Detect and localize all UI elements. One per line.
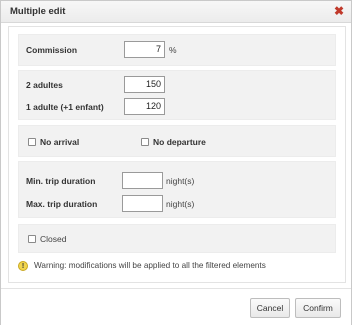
commission-panel: Commission 7 %: [18, 34, 336, 66]
cancel-button[interactable]: Cancel: [250, 298, 290, 318]
closed-label: Closed: [40, 234, 67, 244]
closed-checkbox[interactable]: [28, 235, 36, 243]
no-departure-label: No departure: [153, 137, 206, 147]
max-trip-duration-unit: night(s): [166, 199, 195, 209]
dialog-title: Multiple edit: [10, 6, 66, 17]
commission-unit: %: [169, 45, 177, 55]
multiple-edit-dialog: Multiple edit ✖ Commission 7 % 2 adultes…: [0, 0, 352, 325]
max-trip-duration-label: Max. trip duration: [26, 199, 98, 209]
warning-message: ! Warning: modifications will be applied…: [18, 260, 338, 274]
min-trip-duration-label: Min. trip duration: [26, 176, 96, 186]
dialog-titlebar: Multiple edit ✖: [1, 1, 351, 23]
no-departure-checkbox[interactable]: [141, 138, 149, 146]
commission-label: Commission: [26, 45, 78, 55]
min-trip-duration-unit: night(s): [166, 176, 195, 186]
max-trip-duration-input[interactable]: [122, 195, 163, 212]
warning-icon: !: [18, 261, 28, 271]
arrival-departure-panel: No arrival No departure: [18, 125, 336, 157]
close-icon[interactable]: ✖: [334, 4, 344, 18]
price-label-2-adultes: 2 adultes: [26, 80, 63, 90]
price-input-1-adulte[interactable]: 120: [124, 98, 165, 115]
warning-text: Warning: modifications will be applied t…: [34, 261, 266, 270]
min-trip-duration-input[interactable]: [122, 172, 163, 189]
price-label-1-adulte: 1 adulte (+1 enfant): [26, 102, 104, 112]
trip-duration-panel: Min. trip duration night(s) Max. trip du…: [18, 161, 336, 218]
commission-input[interactable]: 7: [124, 41, 165, 58]
dialog-content: Commission 7 % 2 adultes 150 1 adulte (+…: [8, 26, 346, 283]
confirm-button[interactable]: Confirm: [295, 298, 341, 318]
no-arrival-label: No arrival: [40, 137, 80, 147]
closed-panel: Closed: [18, 224, 336, 253]
prices-panel: 2 adultes 150 1 adulte (+1 enfant) 120: [18, 70, 336, 120]
no-arrival-checkbox[interactable]: [28, 138, 36, 146]
price-input-2-adultes[interactable]: 150: [124, 76, 165, 93]
dialog-footer: Cancel Confirm: [1, 288, 351, 325]
